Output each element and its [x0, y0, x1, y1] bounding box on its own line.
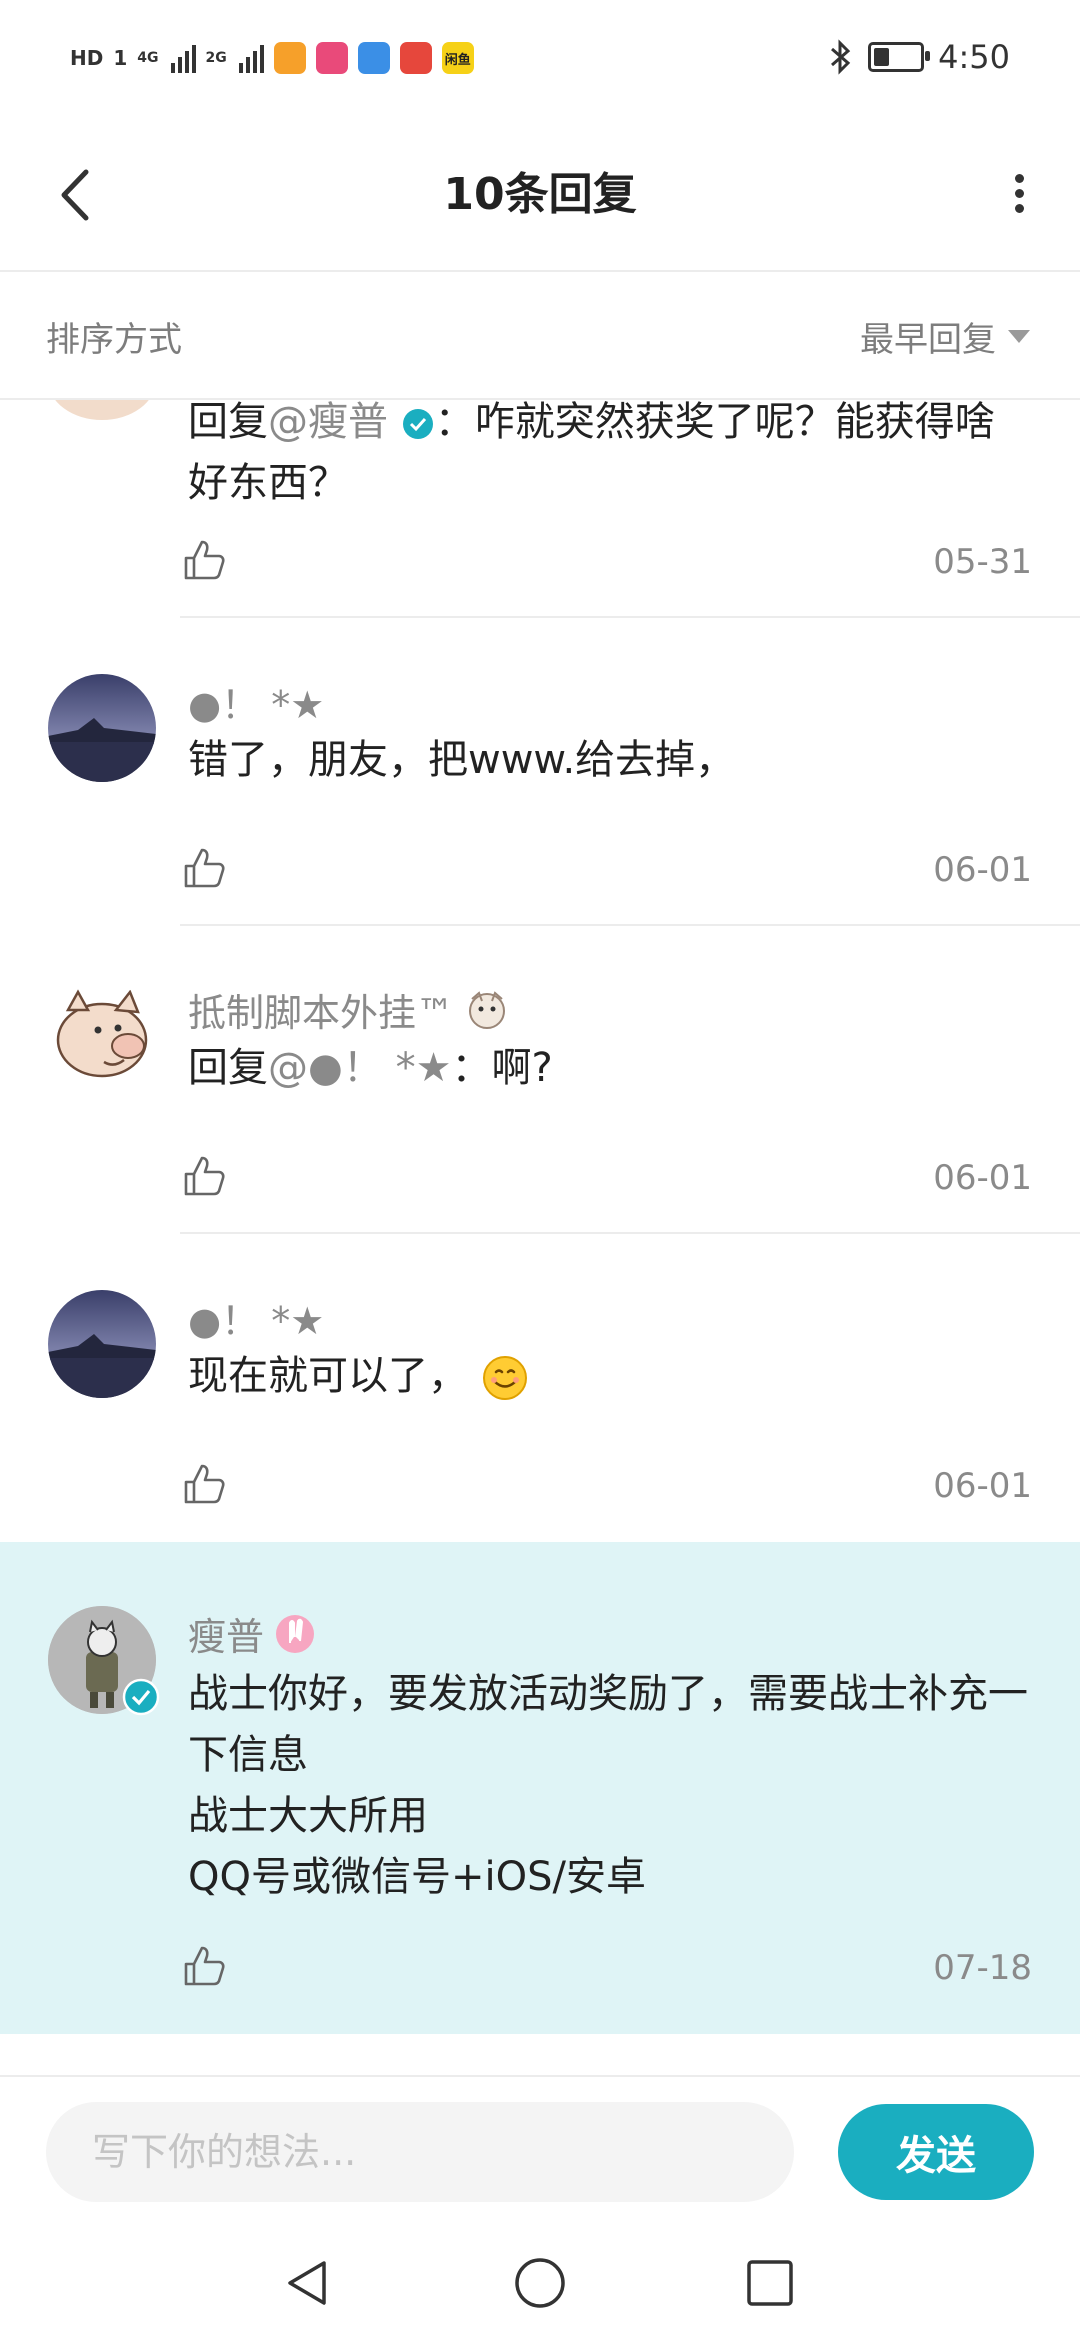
comment-date: 05-31 — [933, 542, 1032, 582]
user-name-text: ●！ *★ — [188, 683, 325, 727]
sort-label: 排序方式 — [46, 320, 182, 360]
comment-text: 战士你好，要发放活动奖励了，需要战士补充一下信息 战士大大所用 QQ号或微信号+… — [188, 1664, 1030, 1908]
mention[interactable]: @瘦普 — [268, 400, 388, 445]
character-badge-icon — [469, 990, 506, 1029]
avatar[interactable] — [48, 1606, 160, 1716]
user-name[interactable]: 瘦普 — [188, 1606, 316, 1661]
comment-line: 战士大大所用 — [188, 1793, 428, 1839]
user-name[interactable]: ●！ *★ — [188, 674, 324, 729]
thumbs-up-icon[interactable] — [180, 1460, 228, 1508]
comment-line: 战士你好，要发放活动奖励了，需要战士补充一下信息 — [188, 1671, 1028, 1778]
more-vertical-icon[interactable] — [1004, 168, 1034, 228]
thumbs-up-icon[interactable] — [180, 536, 228, 584]
sim-label: 1 — [113, 46, 128, 70]
user-name-text: ●！ *★ — [188, 1299, 325, 1343]
battery-level — [874, 48, 890, 66]
thumbs-up-icon[interactable] — [180, 1152, 228, 1200]
reply-list[interactable]: 回复@瘦普 ：咋就突然获奖了呢？能获得啥好东西？ 05-31 ●！ *★ 错了，… — [0, 400, 1080, 2075]
rabbit-badge-icon — [276, 1614, 315, 1653]
signal-icon — [170, 43, 196, 73]
list-item-highlighted: 瘦普 战士你好，要发放活动奖励了，需要战士补充一下信息 战士大大所用 QQ号或微… — [0, 1542, 1080, 2034]
list-item: ●！ *★ 现在就可以了， 06-01 — [0, 1234, 1080, 1542]
network-label-2: 2G — [205, 50, 227, 66]
reply-prefix: 回复 — [188, 400, 268, 445]
send-button[interactable]: 发送 — [838, 2104, 1034, 2200]
nav-home-icon[interactable] — [512, 2255, 568, 2311]
status-left: HD 1 4G 2G 闲鱼 — [70, 42, 474, 74]
sort-row: 排序方式 最早回复 — [0, 272, 1080, 400]
nav-recents-icon[interactable] — [742, 2255, 798, 2311]
smile-emoji-icon — [482, 1356, 527, 1400]
pig-avatar-icon — [48, 400, 156, 420]
avatar[interactable] — [48, 1290, 156, 1398]
comment-line: QQ号或微信号+iOS/安卓 — [188, 1854, 646, 1900]
app-notification-icon — [357, 42, 390, 74]
app-notification-icon — [399, 42, 432, 74]
list-item: ●！ *★ 错了，朋友，把www.给去掉， 06-01 — [0, 618, 1080, 926]
mention[interactable]: @●！ *★ — [268, 1045, 451, 1091]
avatar[interactable] — [48, 674, 156, 782]
comment-body: 现在就可以了， — [188, 1353, 468, 1399]
header: 10条回复 — [0, 120, 1080, 272]
xianyu-app-icon: 闲鱼 — [441, 42, 474, 74]
comment-date: 06-01 — [933, 850, 1032, 890]
thumbs-up-icon[interactable] — [180, 1942, 228, 1990]
user-name[interactable]: 抵制脚本外挂™ — [188, 982, 510, 1037]
nav-back-icon[interactable] — [280, 2255, 336, 2311]
list-item: 回复@瘦普 ：咋就突然获奖了呢？能获得啥好东西？ 05-31 — [0, 400, 1080, 618]
user-name-text: 瘦普 — [188, 1615, 265, 1659]
mountain-avatar-icon — [48, 718, 156, 782]
caret-down-icon — [1008, 330, 1030, 343]
avatar[interactable] — [48, 400, 156, 420]
comment-text: 错了，朋友，把www.给去掉， — [188, 737, 736, 783]
reply-input-bar: 发送 — [0, 2075, 1080, 2227]
battery-icon — [868, 42, 931, 72]
comment-text: 现在就可以了， — [188, 1346, 1030, 1407]
comment-text: 回复@瘦普 ：咋就突然获奖了呢？能获得啥好东西？ — [188, 400, 1030, 514]
verified-badge-icon — [122, 1678, 160, 1716]
app-notification-icon — [273, 42, 306, 74]
network-label-1: 4G — [137, 50, 159, 66]
comment-text: 回复@●！ *★：啊? — [188, 1038, 1030, 1099]
pig-avatar-icon — [56, 989, 148, 1078]
comment-date: 06-01 — [933, 1158, 1032, 1198]
list-item: 抵制脚本外挂™ 回复@●！ *★：啊? 06-01 — [0, 926, 1080, 1234]
reply-prefix: 回复 — [188, 1045, 268, 1091]
system-nav-bar — [0, 2225, 1080, 2340]
bluetooth-icon — [831, 39, 851, 75]
sort-dropdown[interactable]: 最早回复 — [860, 312, 1030, 361]
page-title: 10条回复 — [443, 169, 637, 220]
comment-date: 06-01 — [933, 1466, 1032, 1506]
signal-icon — [238, 43, 264, 73]
user-name[interactable]: ●！ *★ — [188, 1290, 324, 1345]
reply-input[interactable] — [46, 2102, 794, 2202]
verified-badge-icon — [402, 409, 433, 439]
mountain-avatar-icon — [48, 1334, 156, 1398]
status-right: 4:50 — [828, 38, 1010, 76]
clock: 4:50 — [938, 38, 1010, 76]
app-notification-icon — [315, 42, 348, 74]
status-bar: HD 1 4G 2G 闲鱼 4:50 — [0, 0, 1080, 120]
user-name-text: 抵制脚本外挂™ — [188, 991, 455, 1035]
thumbs-up-icon[interactable] — [180, 844, 228, 892]
comment-date: 07-18 — [933, 1948, 1032, 1988]
hd-label: HD — [70, 46, 104, 70]
sort-value: 最早回复 — [860, 320, 996, 360]
comment-body: ：啊? — [451, 1045, 553, 1091]
avatar[interactable] — [48, 982, 156, 1090]
